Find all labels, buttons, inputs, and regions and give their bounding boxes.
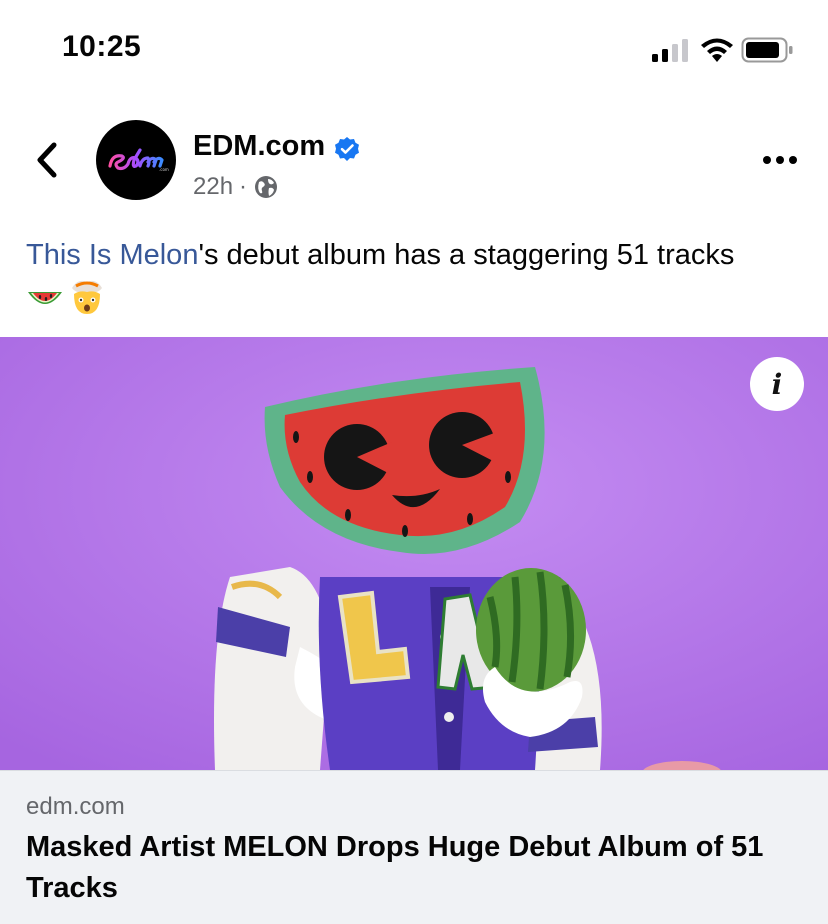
page-name[interactable]: EDM.com bbox=[193, 130, 325, 163]
exploding-head-emoji bbox=[72, 280, 102, 314]
link-domain: edm.com bbox=[26, 793, 125, 820]
link-preview-image[interactable]: i bbox=[0, 337, 828, 770]
battery-icon bbox=[741, 37, 793, 63]
status-time: 10:25 bbox=[62, 30, 142, 63]
svg-text:.com: .com bbox=[159, 167, 169, 172]
post-timestamp[interactable]: 22h bbox=[193, 173, 233, 201]
melon-artist-photo bbox=[0, 337, 828, 770]
post-emojis bbox=[26, 278, 106, 316]
meta-separator: · bbox=[239, 173, 248, 200]
watermelon-emoji bbox=[28, 292, 62, 304]
edm-logo: .com bbox=[108, 148, 169, 172]
link-preview-caption[interactable]: edm.com Masked Artist MELON Drops Huge D… bbox=[0, 770, 828, 924]
avatar[interactable]: .com bbox=[96, 120, 176, 200]
post-meta: 22h · bbox=[193, 173, 279, 201]
status-bar: 10:25 bbox=[0, 0, 828, 100]
back-button[interactable] bbox=[30, 140, 62, 180]
link-title[interactable]: Masked Artist MELON Drops Huge Debut Alb… bbox=[26, 827, 806, 909]
wifi-icon bbox=[701, 38, 733, 62]
mention-link[interactable]: This Is Melon bbox=[26, 239, 198, 271]
post-text: This Is Melon's debut album has a stagge… bbox=[26, 238, 806, 272]
globe-icon bbox=[255, 176, 278, 198]
verified-badge-icon bbox=[335, 137, 359, 161]
more-options-button[interactable] bbox=[760, 150, 800, 170]
info-button[interactable]: i bbox=[750, 357, 804, 411]
cellular-signal-icon bbox=[652, 39, 688, 62]
link-preview-card[interactable]: i edm.com Masked Artist MELON Drops Huge… bbox=[0, 337, 828, 924]
post-text-body: 's debut album has a staggering 51 track… bbox=[198, 239, 735, 271]
